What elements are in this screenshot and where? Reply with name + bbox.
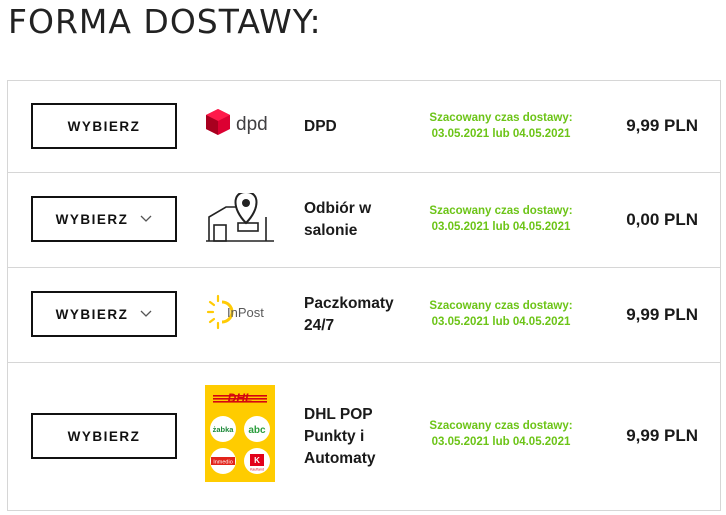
choose-button-label: WYBIERZ (67, 428, 141, 444)
store-pin-icon (206, 190, 274, 243)
chevron-down-icon (140, 215, 152, 222)
eta-dates: 03.05.2021 lub 04.05.2021 (431, 127, 571, 140)
eta-dates: 03.05.2021 lub 04.05.2021 (431, 315, 571, 328)
choose-dpd-button[interactable]: WYBIERZ (31, 103, 177, 149)
eta-label: Szacowany czas dostawy: (429, 205, 573, 217)
option-price: 9,99 PLN (626, 426, 698, 445)
page-title: FORMA DOSTAWY: (8, 2, 322, 41)
choose-button-label: WYBIERZ (55, 306, 129, 322)
svg-text:żabka: żabka (213, 425, 235, 434)
svg-text:Inmedio: Inmedio (213, 460, 233, 466)
eta-label: Szacowany czas dostawy: (429, 420, 573, 432)
option-price: 9,99 PLN (626, 305, 698, 324)
dhl-pop-logo-icon: DHL żabka abc Inmedio K Kaufland (205, 385, 275, 482)
eta-block: Szacowany czas dostawy: 03.05.2021 lub 0… (421, 419, 581, 450)
eta-label: Szacowany czas dostawy: (429, 300, 573, 312)
option-price: 0,00 PLN (626, 210, 698, 229)
eta-block: Szacowany czas dostawy: 03.05.2021 lub 0… (421, 299, 581, 330)
delivery-option-inpost: WYBIERZ InPost Paczkomaty 24/7 Szacowany… (8, 268, 720, 363)
eta-dates: 03.05.2021 lub 04.05.2021 (431, 435, 571, 448)
dpd-logo-icon: dpd (204, 107, 284, 143)
eta-block: Szacowany czas dostawy: 03.05.2021 lub 0… (421, 111, 581, 142)
svg-text:InPost: InPost (227, 305, 264, 320)
choose-inpost-button[interactable]: WYBIERZ (31, 291, 177, 337)
chevron-down-icon (140, 310, 152, 317)
eta-block: Szacowany czas dostawy: 03.05.2021 lub 0… (421, 204, 581, 235)
delivery-option-store-pickup: WYBIERZ Odbiór w salonie Szacowany czas … (8, 173, 720, 268)
svg-text:DHL: DHL (228, 391, 253, 405)
eta-dates: 03.05.2021 lub 04.05.2021 (431, 220, 571, 233)
choose-store-button[interactable]: WYBIERZ (31, 196, 177, 242)
option-name: DHL POP Punkty i Automaty (304, 406, 376, 467)
choose-dhl-button[interactable]: WYBIERZ (31, 413, 177, 459)
svg-text:dpd: dpd (236, 114, 268, 135)
inpost-logo-icon: InPost (206, 292, 278, 332)
delivery-option-dpd: WYBIERZ dpd DPD Szacowany czas dostawy: … (8, 81, 720, 173)
svg-text:K: K (254, 456, 260, 465)
choose-button-label: WYBIERZ (55, 211, 129, 227)
eta-label: Szacowany czas dostawy: (429, 112, 573, 124)
option-price: 9,99 PLN (626, 116, 698, 135)
svg-text:abc: abc (248, 425, 266, 436)
svg-text:Kaufland: Kaufland (250, 468, 264, 472)
choose-button-label: WYBIERZ (67, 118, 141, 134)
option-name: DPD (304, 118, 337, 135)
delivery-option-dhl-pop: WYBIERZ DHL żabka abc Inmedio K Kaufland… (8, 363, 720, 510)
option-name: Paczkomaty 24/7 (304, 295, 394, 334)
delivery-options-list: WYBIERZ dpd DPD Szacowany czas dostawy: … (7, 80, 721, 511)
option-name: Odbiór w salonie (304, 200, 372, 239)
